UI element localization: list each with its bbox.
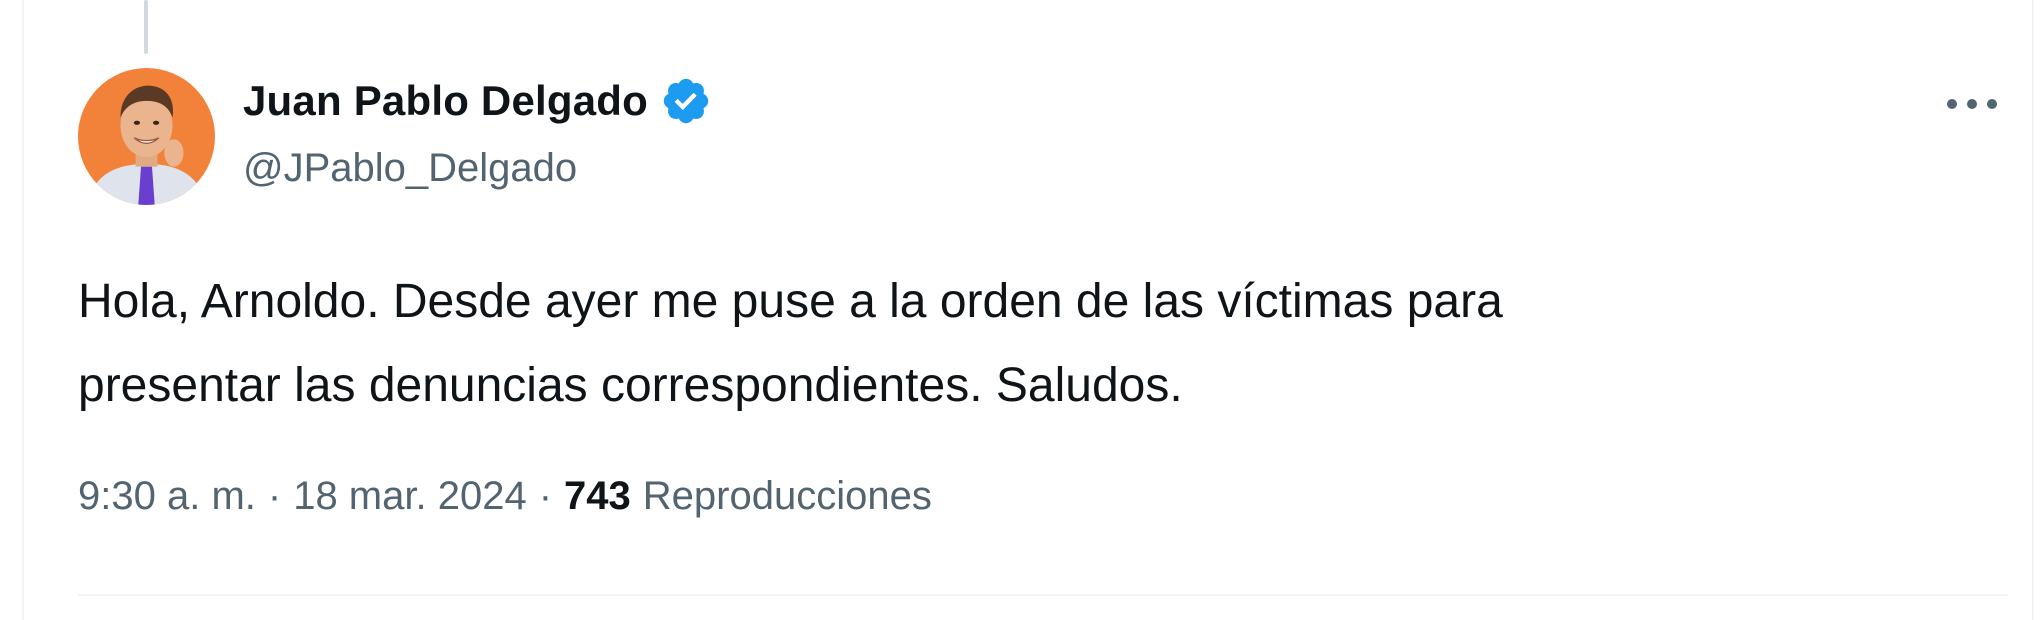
more-horizontal-icon bbox=[1947, 99, 1997, 109]
more-options-button[interactable] bbox=[1940, 78, 2004, 130]
right-border bbox=[2032, 0, 2034, 620]
avatar-image bbox=[78, 68, 215, 205]
tweet-detail-page: Juan Pablo Delgado @JPablo_Delgado Hola,… bbox=[0, 0, 2044, 620]
divider bbox=[78, 594, 2008, 596]
author-display-name[interactable]: Juan Pablo Delgado bbox=[243, 77, 648, 125]
tweet-text-line: presentar las denuncias correspondientes… bbox=[78, 359, 1183, 412]
tweet-date[interactable]: 18 mar. 2024 bbox=[293, 474, 527, 519]
views-count[interactable]: 743 bbox=[564, 474, 631, 519]
author-handle[interactable]: @JPablo_Delgado bbox=[243, 146, 577, 191]
tweet-text: Hola, Arnoldo. Desde ayer me puse a la o… bbox=[78, 260, 1978, 428]
views-label[interactable]: Reproducciones bbox=[643, 474, 932, 519]
author-name-row: Juan Pablo Delgado bbox=[243, 74, 712, 128]
meta-separator: · bbox=[267, 474, 282, 518]
avatar[interactable] bbox=[78, 68, 215, 205]
tweet-metadata: 9:30 a. m. · 18 mar. 2024 · 743 Reproduc… bbox=[78, 474, 932, 519]
thread-connector-line bbox=[144, 0, 148, 54]
tweet-text-line: Hola, Arnoldo. Desde ayer me puse a la o… bbox=[78, 275, 1503, 328]
meta-separator: · bbox=[538, 474, 553, 518]
left-border bbox=[22, 0, 24, 620]
verified-badge-icon[interactable] bbox=[660, 75, 712, 127]
tweet-time[interactable]: 9:30 a. m. bbox=[78, 474, 256, 519]
